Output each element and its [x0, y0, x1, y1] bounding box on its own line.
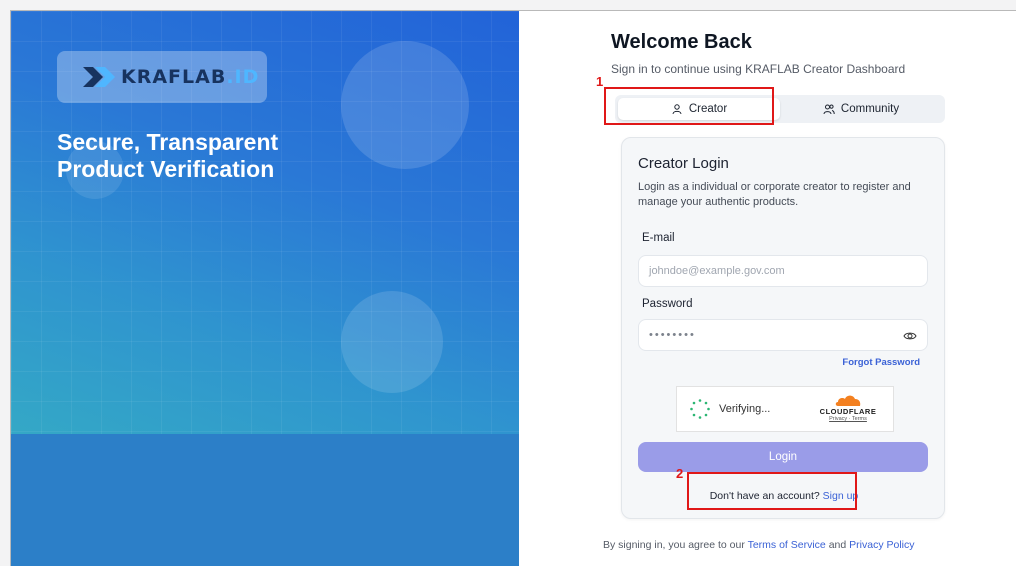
cloudflare-label: CLOUDFLARE: [819, 407, 877, 416]
login-card: Creator Login Login as a individual or c…: [621, 137, 945, 519]
footer-and: and: [828, 539, 847, 551]
hero-panel: KRAFLAB.ID Secure, Transparent Product V…: [11, 11, 519, 566]
forgot-password-link[interactable]: Forgot Password: [842, 357, 920, 368]
card-description: Login as a individual or corporate creat…: [638, 181, 911, 208]
password-label: Password: [642, 298, 693, 310]
card-title: Creator Login: [638, 155, 729, 172]
captcha-widget[interactable]: Verifying... CLOUDFLARE Privacy · Terms: [676, 386, 894, 432]
decorative-circle: [341, 41, 469, 169]
spinner-icon: [690, 399, 710, 419]
annotation-number-1: 1: [596, 74, 604, 89]
password-value: ••••••••: [649, 329, 696, 341]
annotation-number-2: 2: [676, 466, 684, 481]
browser-viewport: KRAFLAB.ID Secure, Transparent Product V…: [10, 10, 1016, 566]
email-field[interactable]: johndoe@example.gov.com: [638, 255, 928, 287]
page-title: Welcome Back: [611, 31, 752, 53]
brand-logo: KRAFLAB.ID: [57, 51, 267, 103]
annotation-box-2: [687, 472, 857, 510]
logo-text: KRAFLAB: [121, 66, 227, 88]
terms-footer: By signing in, you agree to our Terms of…: [603, 539, 915, 551]
hero-headline: Secure, Transparent Product Verification: [57, 129, 279, 182]
decorative-circle: [341, 291, 443, 393]
cloudflare-cloud-icon: [835, 395, 861, 406]
annotation-box-1: [604, 87, 774, 125]
privacy-policy-link[interactable]: Privacy Policy: [849, 539, 914, 551]
cloudflare-links[interactable]: Privacy · Terms: [815, 416, 881, 422]
password-field[interactable]: ••••••••: [638, 319, 928, 351]
email-label: E-mail: [642, 232, 675, 244]
email-placeholder: johndoe@example.gov.com: [649, 265, 785, 277]
page-subtitle: Sign in to continue using KRAFLAB Creato…: [611, 62, 906, 76]
eye-icon[interactable]: [903, 329, 917, 343]
terms-of-service-link[interactable]: Terms of Service: [748, 539, 826, 551]
users-icon: [823, 104, 835, 115]
captcha-status: Verifying...: [719, 403, 771, 415]
tab-community-label: Community: [840, 103, 900, 115]
kraflab-logo-icon: [83, 67, 115, 87]
logo-suffix: .ID: [226, 66, 260, 88]
tab-community[interactable]: Community: [780, 98, 942, 120]
cloudflare-badge: CLOUDFLARE Privacy · Terms: [815, 393, 881, 422]
footer-prefix: By signing in, you agree to our: [603, 539, 745, 551]
